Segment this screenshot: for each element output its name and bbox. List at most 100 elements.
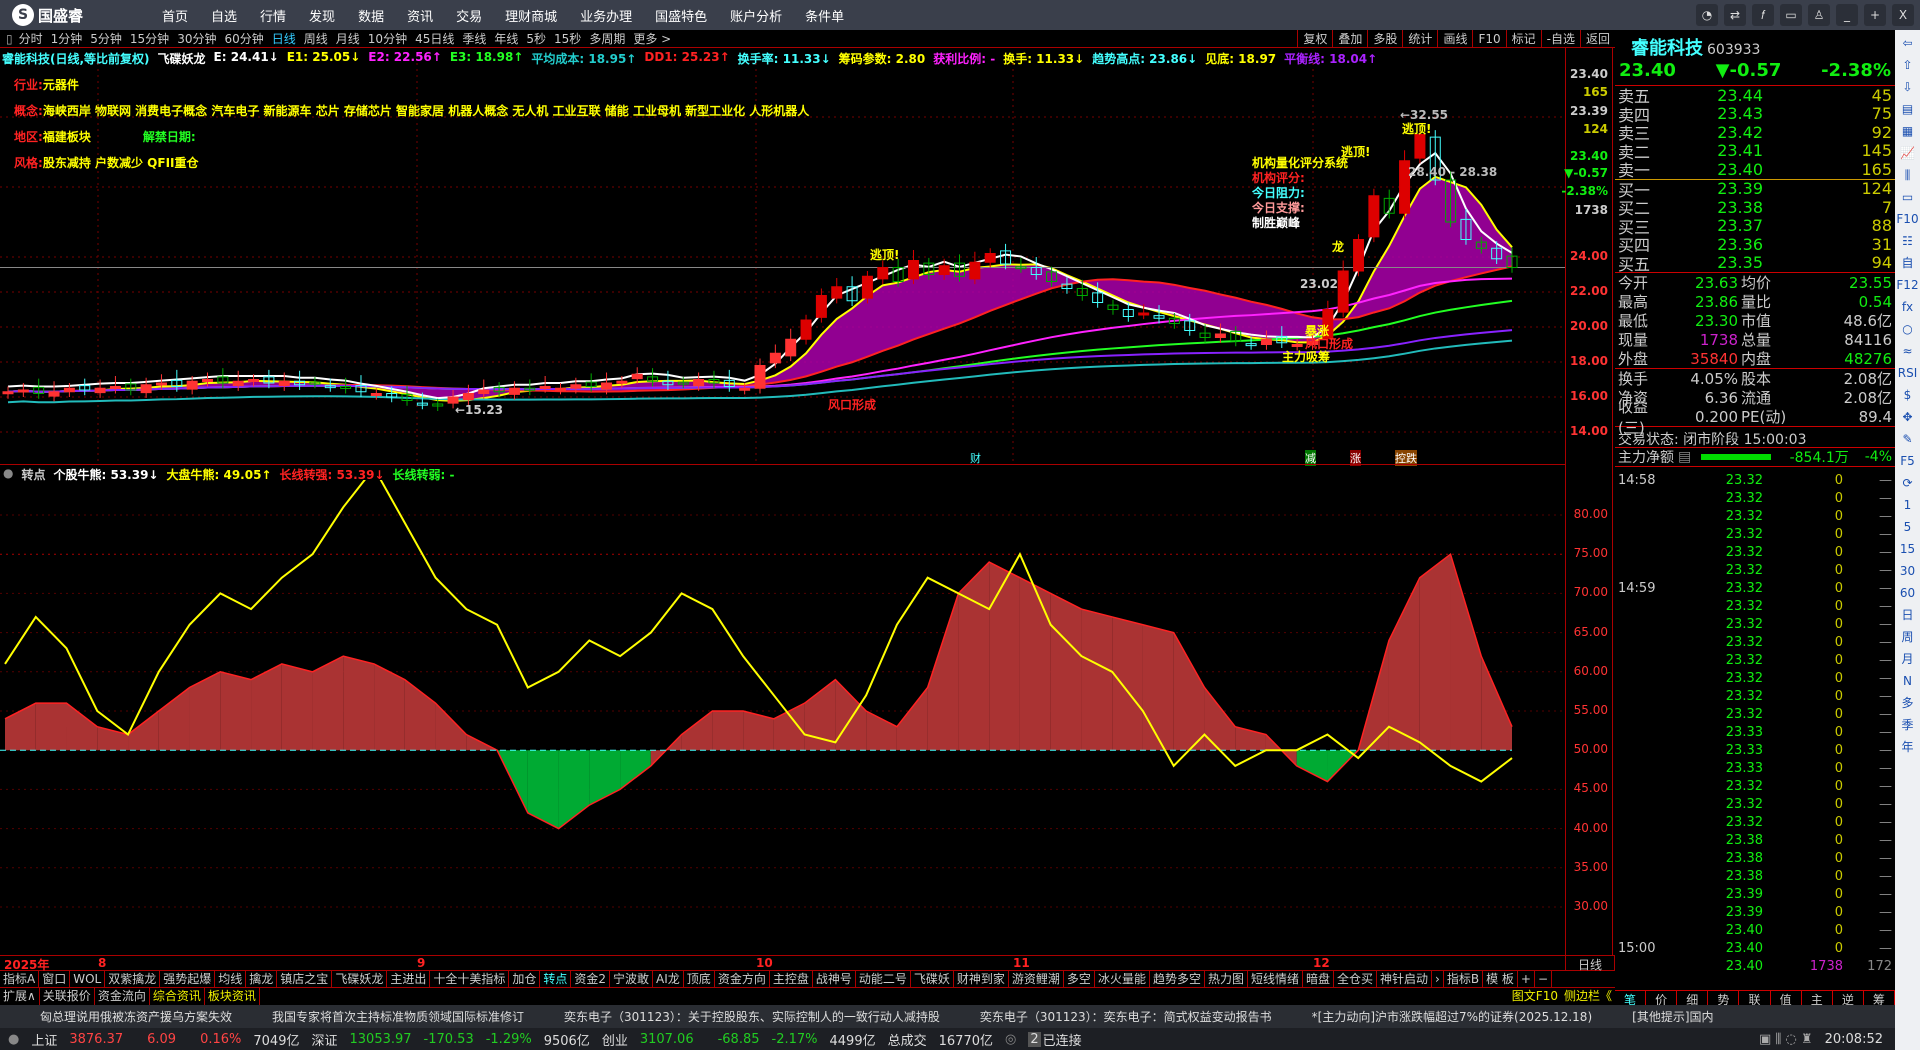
extension-tab[interactable]: 关联报价 bbox=[40, 988, 95, 1005]
indicator-tab[interactable]: 主控盘 bbox=[770, 971, 813, 987]
sidebar-tool-icon[interactable]: 月 bbox=[1901, 650, 1913, 668]
indicator-tab[interactable]: 加仓 bbox=[509, 971, 541, 987]
indicator-tab[interactable]: 游资鲤潮 bbox=[1009, 971, 1064, 987]
chart-tool-button[interactable]: 统计 bbox=[1402, 30, 1437, 48]
chart-tool-button[interactable]: F10 bbox=[1472, 30, 1505, 48]
ext-right-button[interactable]: 侧边栏《 bbox=[1561, 988, 1615, 1005]
period-tab[interactable]: 周线 bbox=[304, 30, 328, 47]
period-tab[interactable]: 5秒 bbox=[526, 30, 546, 47]
tray-icons[interactable]: ▣ ⫼ ◌ ♜ bbox=[1759, 1032, 1813, 1047]
indicator-tab[interactable]: 飞碟妖 bbox=[911, 971, 954, 987]
sidebar-tool-icon[interactable]: ⫼ bbox=[1905, 166, 1911, 184]
extension-tab[interactable]: 综合资讯 bbox=[150, 988, 205, 1005]
indicator-tab[interactable]: › bbox=[1432, 971, 1444, 987]
indicator-tab[interactable]: + bbox=[1518, 971, 1535, 987]
indicator-tab[interactable]: 主进出 bbox=[387, 971, 431, 987]
price-chart[interactable] bbox=[0, 63, 1565, 463]
nav-item[interactable]: 发现 bbox=[309, 6, 335, 25]
sidebar-tool-icon[interactable]: ▤ bbox=[1902, 100, 1913, 118]
period-tab[interactable]: 季线 bbox=[462, 30, 486, 47]
indicator-tab[interactable]: 神针启动 bbox=[1377, 971, 1433, 987]
period-tab[interactable]: 月线 bbox=[336, 30, 360, 47]
period-label[interactable]: 日线 bbox=[1565, 955, 1615, 972]
indicator-tab[interactable]: 全仓买 bbox=[1334, 971, 1378, 987]
extension-tab[interactable]: 板块资讯 bbox=[205, 988, 260, 1005]
period-tab[interactable]: 分时 bbox=[19, 30, 43, 47]
indicator-tab[interactable]: 均线 bbox=[215, 971, 247, 987]
sidebar-tool-icon[interactable]: 1 bbox=[1904, 496, 1912, 514]
sidebar-tool-icon[interactable]: ☷ bbox=[1902, 232, 1913, 250]
sidebar-tool-icon[interactable]: fx bbox=[1902, 298, 1913, 316]
period-tab[interactable]: 日线 bbox=[272, 30, 296, 47]
sidebar-tool-icon[interactable]: 5 bbox=[1904, 518, 1912, 536]
indicator-chart[interactable] bbox=[0, 480, 1565, 955]
sidebar-tool-icon[interactable]: ✎ bbox=[1902, 430, 1912, 448]
indicator-tab[interactable]: 多空 bbox=[1064, 971, 1095, 987]
news-item[interactable]: 我国专家将首次主持标准物质领域国际标准修订 bbox=[272, 1008, 524, 1025]
chart-tool-button[interactable]: 标记 bbox=[1505, 30, 1541, 48]
chart-tool-button[interactable]: 复权 bbox=[1297, 30, 1332, 48]
minimize-icon[interactable]: _ bbox=[1836, 4, 1858, 26]
nav-item[interactable]: 账户分析 bbox=[730, 6, 782, 25]
nav-item[interactable]: 理财商城 bbox=[505, 6, 557, 25]
sidebar-tool-icon[interactable]: ⇦ bbox=[1902, 34, 1912, 52]
chart-tool-button[interactable]: -自选 bbox=[1540, 30, 1580, 48]
sidebar-tool-icon[interactable]: ≈ bbox=[1902, 342, 1912, 360]
nav-item[interactable]: 交易 bbox=[456, 6, 482, 25]
chart-tool-button[interactable]: 多股 bbox=[1367, 30, 1402, 48]
panel-toggle-icon[interactable]: ▯ bbox=[6, 32, 13, 46]
period-tab[interactable]: 15秒 bbox=[554, 30, 581, 47]
sidebar-tool-icon[interactable]: 年 bbox=[1901, 738, 1913, 756]
indicator-tab[interactable]: 转点 bbox=[540, 971, 572, 987]
shirt-icon[interactable]: ♙ bbox=[1808, 4, 1830, 26]
indicator-tab[interactable]: 指标A bbox=[0, 971, 40, 987]
sidebar-tool-icon[interactable]: 周 bbox=[1901, 628, 1913, 646]
tick-list[interactable]: 14:58 23.32 0 — 23.32 0 — 23.32 0 — 23.32 0 — 23.32 0 —… bbox=[1615, 471, 1895, 975]
sidebar-tool-icon[interactable]: F12 bbox=[1896, 276, 1918, 294]
period-tab[interactable]: 更多 > bbox=[633, 30, 671, 47]
sidebar-tool-icon[interactable]: ✥ bbox=[1902, 408, 1912, 426]
sidebar-tool-icon[interactable]: ▦ bbox=[1902, 122, 1913, 140]
indicator-tab[interactable]: 指标B bbox=[1444, 971, 1484, 987]
period-tab[interactable]: 15分钟 bbox=[130, 30, 169, 47]
indicator-tab[interactable]: 镇店之宝 bbox=[277, 971, 333, 987]
news-item[interactable]: [其他提示]国内 bbox=[1632, 1008, 1713, 1025]
swap-icon[interactable]: ⇄ bbox=[1724, 4, 1746, 26]
indicator-tab[interactable]: 战神号 bbox=[813, 971, 856, 987]
status-icon[interactable]: ● bbox=[8, 1032, 19, 1047]
indicator-tab[interactable]: 暗盘 bbox=[1303, 971, 1335, 987]
sidebar-tool-icon[interactable]: F10 bbox=[1896, 210, 1918, 228]
indicator-tab[interactable]: 强势起爆 bbox=[160, 971, 216, 987]
indicator-tab[interactable]: 窗口 bbox=[39, 971, 71, 987]
news-item[interactable]: 匈总理说用俄被冻资产援乌方案失效 bbox=[40, 1008, 232, 1025]
indicator-tab[interactable]: 冰火量能 bbox=[1095, 971, 1150, 987]
sidebar-tool-icon[interactable]: ▭ bbox=[1902, 188, 1913, 206]
nav-item[interactable]: 自选 bbox=[211, 6, 237, 25]
indicator-tab[interactable]: − bbox=[1535, 971, 1553, 987]
nav-item[interactable]: 行情 bbox=[260, 6, 286, 25]
indicator-tab[interactable]: 短线情绪 bbox=[1248, 971, 1303, 987]
indicator-tab[interactable]: 资金方向 bbox=[715, 971, 770, 987]
indicator-tab[interactable]: 资金2 bbox=[571, 971, 611, 987]
sidebar-tool-icon[interactable]: ⟳ bbox=[1902, 474, 1912, 492]
chat-icon[interactable]: ◔ bbox=[1696, 4, 1718, 26]
period-tab[interactable]: 多周期 bbox=[589, 30, 625, 47]
indicator-tab[interactable]: 趋势多空 bbox=[1150, 971, 1205, 987]
chart-tool-button[interactable]: 画线 bbox=[1437, 30, 1472, 48]
nav-item[interactable]: 资讯 bbox=[407, 6, 433, 25]
sidebar-tool-icon[interactable]: 日 bbox=[1901, 606, 1913, 624]
monitor-icon[interactable]: ▭ bbox=[1780, 4, 1802, 26]
sidebar-tool-icon[interactable]: 30 bbox=[1900, 562, 1915, 580]
indicator-tab[interactable]: 动能二号 bbox=[856, 971, 911, 987]
sidebar-tool-icon[interactable]: ○ bbox=[1902, 320, 1912, 338]
sidebar-tool-icon[interactable]: RSI bbox=[1898, 364, 1918, 382]
indicator-tab[interactable]: 十全十美指标 bbox=[430, 971, 510, 987]
sidebar-tool-icon[interactable]: ⇩ bbox=[1902, 78, 1912, 96]
nav-item[interactable]: 首页 bbox=[162, 6, 188, 25]
sidebar-tool-icon[interactable]: N bbox=[1903, 672, 1912, 690]
maximize-icon[interactable]: + bbox=[1864, 4, 1886, 26]
sidebar-tool-icon[interactable]: 📈 bbox=[1900, 144, 1915, 162]
chart-tool-button[interactable]: 返回 bbox=[1579, 30, 1615, 48]
extension-tab[interactable]: 资金流向 bbox=[95, 988, 150, 1005]
ext-right-button[interactable]: 图文F10 bbox=[1509, 988, 1561, 1005]
